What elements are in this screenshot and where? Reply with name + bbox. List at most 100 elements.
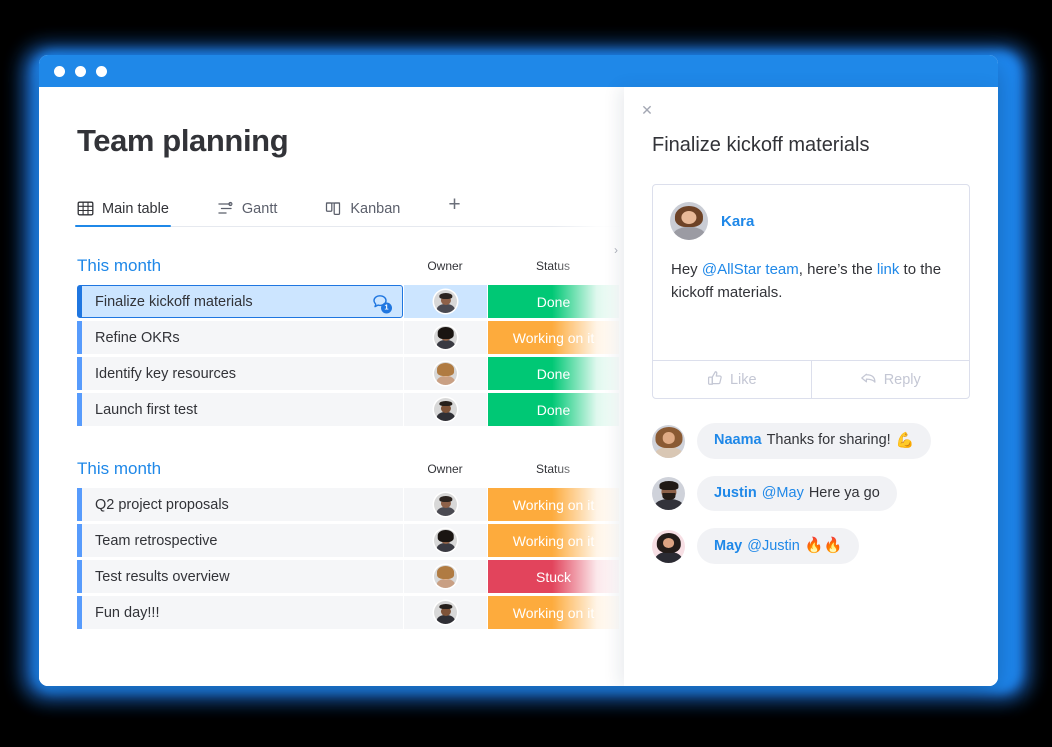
tab-main-table-label: Main table <box>102 200 169 217</box>
table-row[interactable]: Identify key resources Done <box>77 357 624 390</box>
row-name-label: Test results overview <box>95 568 230 585</box>
table-icon <box>77 200 94 217</box>
row-status-cell[interactable]: Working on it <box>487 524 619 557</box>
row-status-cell[interactable]: Stuck <box>487 560 619 593</box>
comment-author[interactable]: Justin <box>714 485 757 502</box>
table-row[interactable]: Fun day!!! Working on it <box>77 596 624 629</box>
row-name-label: Launch first test <box>95 401 198 418</box>
comment-bubble-icon[interactable]: 1 <box>371 292 392 313</box>
comment-mention[interactable]: @Justin <box>747 538 800 555</box>
row-owner-cell[interactable] <box>403 524 487 557</box>
like-button[interactable]: Like <box>653 361 811 398</box>
status-badge: Working on it <box>512 604 595 621</box>
comment-text: Thanks for sharing! <box>766 432 891 449</box>
status-badge: Done <box>536 401 571 418</box>
comment-author[interactable]: Naama <box>714 432 762 449</box>
row-status-cell[interactable]: Done <box>487 285 619 318</box>
row-status-cell[interactable]: Working on it <box>487 321 619 354</box>
row-status-cell[interactable]: Done <box>487 393 619 426</box>
kanban-icon <box>325 200 342 217</box>
row-status-cell[interactable]: Working on it <box>487 596 619 629</box>
inline-link[interactable]: link <box>877 261 900 278</box>
comment-item: May @Justin 🔥🔥 <box>652 528 970 565</box>
comment-mention[interactable]: @May <box>762 485 804 502</box>
window-titlebar <box>39 55 998 87</box>
row-status-cell[interactable]: Done <box>487 357 619 390</box>
status-badge: Working on it <box>512 329 595 346</box>
reply-button[interactable]: Reply <box>810 361 970 398</box>
row-name-cell[interactable]: Q2 project proposals <box>77 488 403 521</box>
avatar <box>434 362 457 385</box>
reply-label: Reply <box>883 371 921 388</box>
avatar <box>434 529 457 552</box>
table-row[interactable]: Finalize kickoff materials 1 Done <box>77 285 624 318</box>
row-name-cell[interactable]: Launch first test <box>77 393 403 426</box>
row-owner-cell[interactable] <box>403 488 487 521</box>
update-card: Kara Hey @AllStar team, here’s the link … <box>652 184 970 399</box>
column-header-status: Status <box>535 259 571 273</box>
browser-window: Team planning Main table Gantt Kanban + … <box>39 55 998 686</box>
window-body: Team planning Main table Gantt Kanban + … <box>39 87 998 686</box>
status-badge: Stuck <box>535 568 571 585</box>
row-owner-cell[interactable] <box>403 321 487 354</box>
table-row[interactable]: Launch first test Done <box>77 393 624 426</box>
group-header: This month Owner Status <box>77 253 624 279</box>
like-label: Like <box>729 371 757 388</box>
table-row[interactable]: Q2 project proposals Working on it <box>77 488 624 521</box>
row-name-cell[interactable]: Identify key resources <box>77 357 403 390</box>
comment-bubble: Naama Thanks for sharing! 💪 <box>697 423 932 459</box>
row-name-label: Fun day!!! <box>95 604 160 621</box>
board-group-1: This month Owner Status Finalize kickoff… <box>77 253 624 426</box>
avatar <box>434 493 457 516</box>
window-maximize-dot[interactable] <box>96 65 107 77</box>
row-owner-cell[interactable] <box>403 357 487 390</box>
tab-kanban[interactable]: Kanban <box>325 200 400 226</box>
column-header-status: Status <box>535 462 571 476</box>
update-actions: Like Reply <box>653 360 969 398</box>
window-minimize-dot[interactable] <box>75 65 86 77</box>
tab-main-table[interactable]: Main table <box>75 200 171 227</box>
tab-gantt-label: Gantt <box>241 200 278 217</box>
board-view-tabs: Main table Gantt Kanban + <box>75 193 624 227</box>
reply-arrow-icon <box>860 370 877 390</box>
comment-item: Justin @May Here ya go <box>652 476 970 512</box>
window-close-dot[interactable] <box>54 65 65 77</box>
mention-allstar-team[interactable]: @AllStar team <box>702 261 799 278</box>
panel-title: Finalize kickoff materials <box>652 134 870 156</box>
table-row[interactable]: Test results overview Stuck <box>77 560 624 593</box>
table-row[interactable]: Team retrospective Working on it <box>77 524 624 557</box>
row-owner-cell[interactable] <box>403 393 487 426</box>
avatar <box>434 398 457 421</box>
row-owner-cell[interactable] <box>403 596 487 629</box>
page-title: Team planning <box>77 123 289 158</box>
row-name-cell[interactable]: Finalize kickoff materials 1 <box>77 285 403 318</box>
close-icon[interactable]: ✕ <box>636 99 658 121</box>
row-name-label: Identify key resources <box>95 365 237 382</box>
tab-kanban-label: Kanban <box>350 200 401 217</box>
table-row[interactable]: Refine OKRs Working on it <box>77 321 624 354</box>
row-status-cell[interactable]: Working on it <box>487 488 619 521</box>
avatar <box>652 529 685 563</box>
tab-gantt[interactable]: Gantt <box>217 200 277 226</box>
group-title: This month <box>77 256 162 275</box>
avatar <box>434 290 457 313</box>
comment-bubble: May @Justin 🔥🔥 <box>697 528 860 565</box>
chevron-right-icon[interactable]: › <box>614 243 618 257</box>
row-owner-cell[interactable] <box>403 285 487 318</box>
avatar <box>434 601 457 624</box>
row-name-cell[interactable]: Fun day!!! <box>77 596 403 629</box>
comment-author[interactable]: May <box>714 538 742 555</box>
avatar <box>652 424 685 458</box>
row-name-label: Team retrospective <box>95 532 218 549</box>
update-author[interactable]: Kara <box>721 213 754 230</box>
comment-count-badge: 1 <box>381 302 392 313</box>
group-title: This month <box>77 459 162 478</box>
row-name-cell[interactable]: Refine OKRs <box>77 321 403 354</box>
row-owner-cell[interactable] <box>403 560 487 593</box>
group-header: This month Owner Status <box>77 456 624 482</box>
row-name-cell[interactable]: Test results overview <box>77 560 403 593</box>
column-header-owner: Owner <box>427 462 463 476</box>
emoji: 🔥🔥 <box>804 537 843 555</box>
add-view-button[interactable]: + <box>448 194 460 226</box>
row-name-cell[interactable]: Team retrospective <box>77 524 403 557</box>
